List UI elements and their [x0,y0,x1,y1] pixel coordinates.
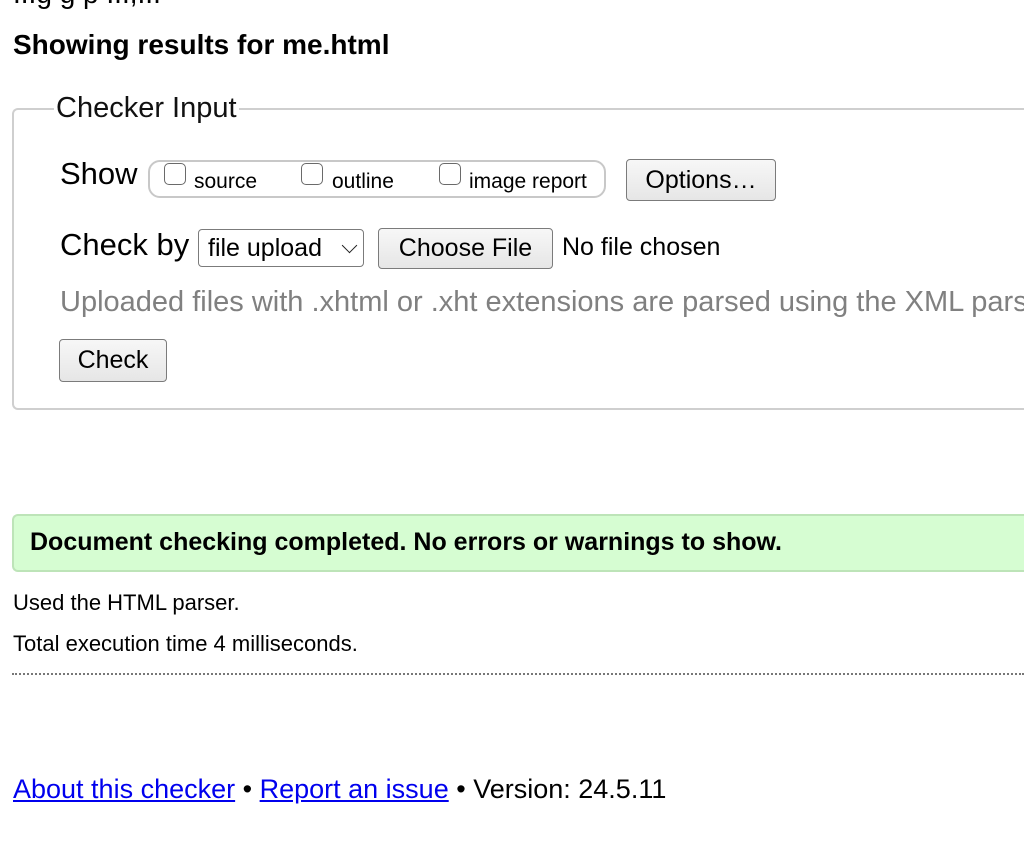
show-options-group: source outline image report [148,160,606,198]
cutoff-intro-text: ...g g p ...,... [13,0,161,10]
no-file-chosen-text: No file chosen [562,233,721,261]
outline-checkbox-label[interactable]: outline [332,170,394,194]
results-heading: Showing results for me.html [13,29,390,60]
footer-separator-2: • [456,774,466,804]
show-label: Show [60,156,138,191]
image-report-checkbox-label[interactable]: image report [469,170,587,194]
options-button[interactable]: Options… [626,159,776,201]
about-checker-link[interactable]: About this checker [13,774,235,804]
check-by-select[interactable]: file upload [198,229,364,267]
image-report-checkbox[interactable] [439,163,461,185]
footer: About this checker • Report an issue • V… [13,774,666,805]
check-by-label: Check by [60,227,190,262]
parser-info: Used the HTML parser. [13,590,240,615]
success-message: Document checking completed. No errors o… [12,514,1024,572]
version-text: Version: 24.5.11 [473,774,667,804]
choose-file-button[interactable]: Choose File [378,228,553,269]
execution-time: Total execution time 4 milliseconds. [13,631,358,656]
dotted-divider [12,673,1024,675]
source-checkbox[interactable] [164,163,186,185]
checker-input-legend: Checker Input [56,92,237,124]
source-checkbox-label[interactable]: source [194,170,257,194]
footer-separator: • [242,774,253,804]
check-by-selected-value: file upload [208,233,322,262]
chevron-down-icon [341,237,358,254]
check-button[interactable]: Check [59,339,167,382]
outline-checkbox[interactable] [301,163,323,185]
report-issue-link[interactable]: Report an issue [260,774,449,804]
upload-hint: Uploaded files with .xhtml or .xht exten… [60,286,1024,318]
